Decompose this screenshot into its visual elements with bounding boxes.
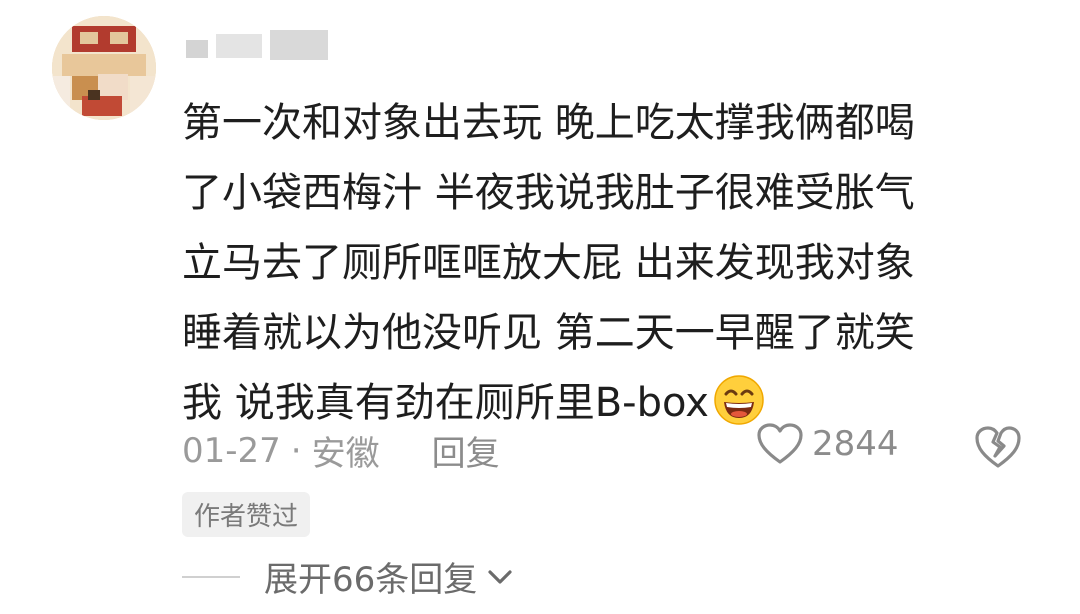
- author-liked-badge: 作者赞过: [182, 492, 311, 537]
- broken-heart-icon[interactable]: [974, 424, 1022, 470]
- expand-replies-label: 展开66条回复: [264, 560, 478, 600]
- comment-line: 立马去了厕所哐哐放大屁 出来发现我对象: [182, 240, 915, 286]
- comment-text: 第一次和对象出去玩 晚上吃太撑我俩都喝 了小袋西梅汁 半夜我说我肚子很难受胀气 …: [182, 88, 1042, 438]
- expand-replies[interactable]: 展开66条回复: [182, 552, 517, 601]
- avatar[interactable]: [52, 16, 156, 120]
- username-blurred[interactable]: [186, 30, 328, 66]
- divider-line: [182, 575, 240, 578]
- chevron-down-icon: [488, 569, 512, 584]
- comment-meta: 01-27 · 安徽 回复: [182, 426, 500, 475]
- heart-outline-icon: [757, 423, 803, 464]
- like-count: 2844: [812, 424, 899, 464]
- comment-line: 第一次和对象出去玩 晚上吃太撑我俩都喝: [182, 100, 915, 146]
- comment-line: 了小袋西梅汁 半夜我说我肚子很难受胀气: [182, 170, 915, 216]
- comment-location: 安徽: [311, 434, 380, 474]
- meta-separator: ·: [290, 430, 302, 471]
- reply-button[interactable]: 回复: [432, 426, 500, 475]
- comment-date: 01-27: [182, 430, 281, 471]
- comment-line: 睡着就以为他没听见 第二天一早醒了就笑: [182, 310, 915, 356]
- comment-line: 我 说我真有劲在厕所里B-box: [182, 380, 709, 426]
- like-button[interactable]: 2844: [756, 422, 899, 466]
- grinning-face-emoji: [714, 375, 764, 425]
